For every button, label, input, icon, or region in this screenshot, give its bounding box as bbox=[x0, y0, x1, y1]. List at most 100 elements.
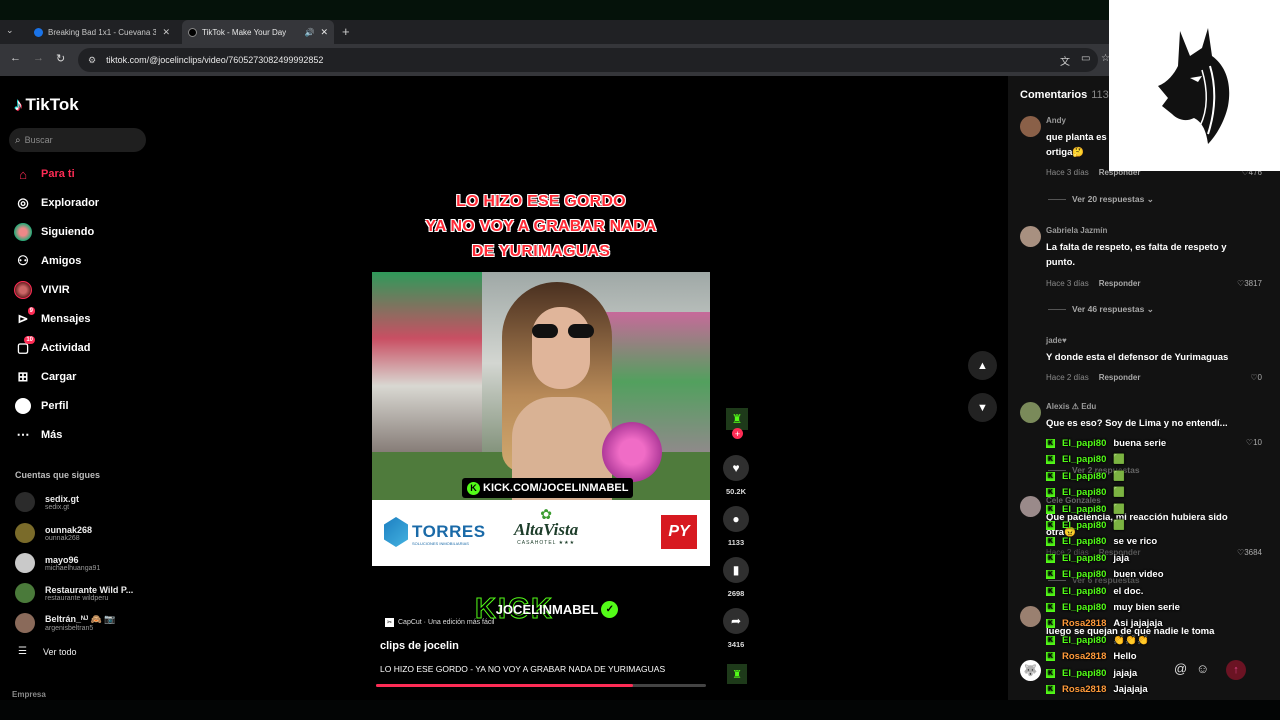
avatar[interactable] bbox=[1020, 116, 1041, 137]
nav-label: Explorador bbox=[41, 197, 100, 209]
previous-video-button[interactable]: ▲ bbox=[968, 351, 997, 380]
reply-button[interactable]: Responder bbox=[1099, 373, 1141, 382]
kick-watermark: K KICK.COM/JOCELINMABEL bbox=[462, 478, 634, 498]
avatar[interactable] bbox=[1020, 402, 1041, 423]
forward-icon[interactable]: → bbox=[33, 52, 44, 64]
back-icon[interactable]: ← bbox=[10, 52, 21, 64]
search-input[interactable] bbox=[24, 135, 135, 145]
comment-user[interactable]: Gabriela Jazmín bbox=[1046, 226, 1107, 235]
footer-empresa[interactable]: Empresa bbox=[12, 690, 46, 699]
tiktok-note-icon: ♪ bbox=[14, 95, 23, 114]
nav-perfil[interactable]: Perfil bbox=[14, 395, 69, 417]
following-account[interactable]: Beltrán_ᴺᴶ 🙈 📷 argenisbeltran5 bbox=[15, 609, 116, 637]
comment-like[interactable]: ♡0 bbox=[1250, 373, 1262, 382]
following-avatar-icon bbox=[14, 223, 32, 241]
video-author[interactable]: clips de jocelin bbox=[380, 640, 459, 652]
comment-meta: Hace 2 días Responder bbox=[1046, 373, 1141, 382]
comment-input-bar[interactable]: 🐺 @ ☺ ↑ bbox=[1018, 656, 1248, 684]
account-handle: argenisbeltran5 bbox=[45, 625, 94, 632]
following-account[interactable]: mayo96 michaelhuanga91 bbox=[15, 549, 100, 577]
comment-button[interactable]: ● 1133 bbox=[721, 506, 751, 547]
view-replies-label: Ver 20 respuestas bbox=[1072, 194, 1145, 204]
save-count: 2698 bbox=[727, 589, 745, 598]
chat-username: El_papi80 bbox=[1062, 585, 1107, 597]
following-account[interactable]: sedix.gt sedix.gt bbox=[15, 488, 79, 516]
capcut-link[interactable]: ✂ CapCut · Una edición más fácil bbox=[385, 618, 495, 627]
avatar[interactable] bbox=[1020, 606, 1041, 627]
comment-user[interactable]: jade♥ bbox=[1046, 336, 1067, 345]
music-disc-icon[interactable]: ♜ bbox=[727, 664, 747, 684]
avatar bbox=[15, 583, 35, 603]
divider bbox=[1048, 309, 1066, 311]
sponsor-banner: TORRES SOLUCIONES INMOBILIARIAS ✿ AltaVi… bbox=[372, 500, 710, 566]
comment-like[interactable]: ♡3817 bbox=[1237, 279, 1262, 288]
mention-icon[interactable]: @ bbox=[1174, 661, 1187, 676]
audio-playing-icon[interactable]: 🔊 bbox=[304, 28, 314, 37]
video-player[interactable]: K KICK.COM/JOCELINMABEL TORRES SOLUCIONE… bbox=[372, 272, 710, 566]
avatar bbox=[15, 553, 35, 573]
translate-icon[interactable]: 文 bbox=[1060, 53, 1070, 68]
comment-time: Hace 3 días bbox=[1046, 168, 1089, 177]
creator-avatar[interactable]: ♜ + bbox=[726, 408, 748, 439]
save-button[interactable]: ▮ 2698 bbox=[721, 557, 751, 598]
new-tab-button[interactable]: + bbox=[342, 24, 350, 39]
follow-plus-icon[interactable]: + bbox=[732, 428, 743, 439]
tiktok-logo[interactable]: ♪ TikTok bbox=[14, 95, 79, 115]
list-icon: ☰ bbox=[18, 646, 27, 657]
cuevana-favicon-icon bbox=[34, 27, 43, 37]
chat-message: K El_papi80 muy bien serie bbox=[1046, 600, 1180, 615]
nav-label: Actividad bbox=[41, 342, 91, 354]
nav-amigos[interactable]: ⚇ Amigos bbox=[14, 250, 81, 272]
close-tab-icon[interactable]: ✕ bbox=[320, 27, 328, 38]
nav-mensajes[interactable]: ⊳ 9 Mensajes bbox=[14, 307, 91, 330]
like-button[interactable]: ♥ 50.2K bbox=[721, 455, 751, 496]
chat-username: El_papi80 bbox=[1062, 634, 1107, 646]
search-box[interactable]: ⌕ bbox=[9, 128, 146, 152]
nav-vivir[interactable]: VIVIR bbox=[14, 279, 70, 301]
browser-tab-cuevana[interactable]: Breaking Bad 1x1 - Cuevana 3 ✕ bbox=[28, 20, 176, 44]
chat-username: El_papi80 bbox=[1062, 470, 1107, 482]
nav-siguiendo[interactable]: Siguiendo bbox=[14, 221, 94, 243]
comment-meta: Hace 3 días Responder bbox=[1046, 279, 1141, 288]
background-matrix-strip bbox=[0, 0, 1110, 20]
emoji-icon[interactable]: ☺ bbox=[1196, 661, 1209, 676]
avatar[interactable] bbox=[1020, 226, 1041, 247]
comment-like[interactable]: ♡3684 bbox=[1237, 548, 1262, 557]
nav-actividad[interactable]: ▢ 10 Actividad bbox=[14, 336, 91, 359]
comment-like-count: 10 bbox=[1253, 438, 1262, 447]
video-progress-bar[interactable] bbox=[376, 684, 706, 687]
see-all-following[interactable]: ☰ Ver todo bbox=[18, 646, 77, 657]
following-account[interactable]: Restaurante Wild P... restaurante wildper… bbox=[15, 579, 133, 607]
site-info-icon[interactable]: ⚙ bbox=[88, 55, 96, 66]
cast-icon[interactable]: ▭ bbox=[1081, 53, 1090, 64]
comment-like[interactable]: ♡10 bbox=[1246, 438, 1262, 447]
comment-user[interactable]: Alexis ⚠ Edu bbox=[1046, 402, 1096, 411]
chat-text: jaja bbox=[1113, 552, 1130, 564]
nav-label: Amigos bbox=[41, 255, 82, 267]
avatar[interactable] bbox=[1020, 496, 1041, 517]
close-tab-icon[interactable]: ✕ bbox=[162, 27, 170, 38]
account-name: Restaurante Wild P... bbox=[45, 584, 134, 595]
share-button[interactable]: ➦ 3416 bbox=[721, 608, 751, 649]
comment-time: Hace 2 días bbox=[1046, 373, 1089, 382]
reload-icon[interactable]: ↻ bbox=[56, 52, 65, 65]
view-replies-button[interactable]: Ver 20 respuestas ⌄ bbox=[1048, 194, 1154, 205]
nav-mas[interactable]: ⋯ Más bbox=[14, 424, 63, 446]
upload-icon: ⊞ bbox=[17, 369, 29, 384]
torres-mark-icon bbox=[384, 517, 408, 547]
reply-button[interactable]: Responder bbox=[1099, 279, 1141, 288]
comment-user[interactable]: Andy bbox=[1046, 116, 1066, 125]
tab-list-chevron-icon[interactable]: ⌄ bbox=[6, 25, 14, 36]
address-bar[interactable]: ⚙ tiktok.com/@jocelinclips/video/7605273… bbox=[78, 48, 1098, 72]
chat-username: El_papi80 bbox=[1062, 438, 1107, 449]
next-video-button[interactable]: ▼ bbox=[968, 393, 997, 422]
view-replies-button[interactable]: Ver 46 respuestas ⌄ bbox=[1048, 304, 1154, 315]
browser-tab-tiktok[interactable]: TikTok - Make Your Day 🔊 ✕ bbox=[182, 20, 334, 44]
caption-line: DE YURIMAGUAS bbox=[471, 243, 611, 260]
following-account[interactable]: ounnak268 ounnak268 bbox=[15, 519, 92, 547]
chat-username: El_papi80 bbox=[1062, 536, 1107, 548]
nav-para-ti[interactable]: ⌂ Para ti bbox=[14, 163, 75, 185]
nav-explorador[interactable]: ◎ Explorador bbox=[14, 192, 99, 214]
send-button[interactable]: ↑ bbox=[1226, 660, 1246, 680]
nav-cargar[interactable]: ⊞ Cargar bbox=[14, 366, 77, 388]
